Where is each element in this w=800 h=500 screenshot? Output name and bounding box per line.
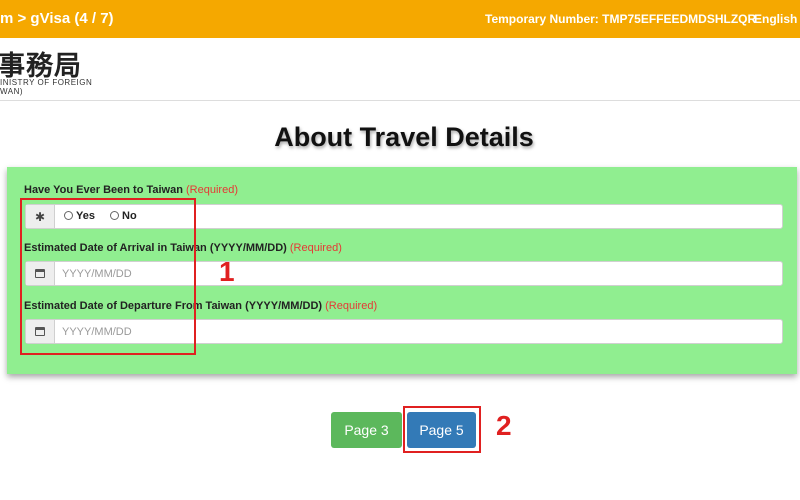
annotation-number-2: 2 [496,410,512,441]
required-indicator: (Required) [186,184,238,196]
logo-english-line1: INISTRY OF FOREIGN [0,78,93,87]
header-divider [0,100,800,101]
temporary-number: Temporary Number: TMP75EFFEEDMDSHLZQR [485,12,757,26]
required-indicator: (Required) [325,300,378,312]
logo-english-line2: WAN) [0,87,24,96]
language-link[interactable]: English [754,12,797,26]
top-bar: m > gVisa (4 / 7) Temporary Number: TMP7… [0,0,800,38]
annotation-number-1: 1 [219,256,235,287]
annotation-highlight-next [403,406,481,453]
required-indicator: (Required) [289,242,342,254]
breadcrumb: m > gVisa (4 / 7) [0,10,114,27]
previous-page-button[interactable]: Page 3 [331,412,402,448]
visited-taiwan-label-text: Have You Ever Been to Taiwan [24,184,183,196]
annotation-highlight-fields [20,198,196,355]
agency-logo: 事務局 INISTRY OF FOREIGN WAN) [0,42,120,98]
visited-taiwan-label: Have You Ever Been to Taiwan (Required) [24,184,238,196]
page-title: About Travel Details [274,122,534,152]
